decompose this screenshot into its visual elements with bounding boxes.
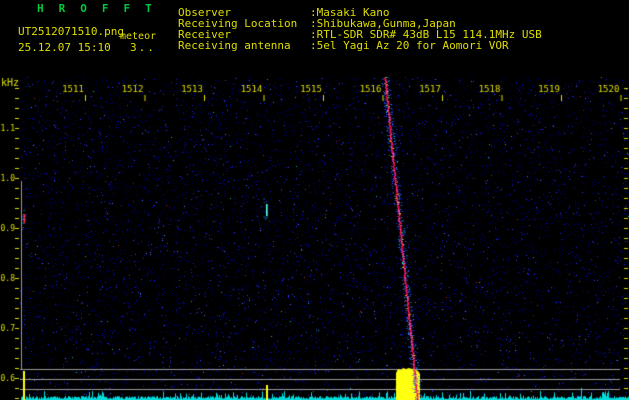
antenna-value: :5el Yagi Az 20 for Aomori VOR — [310, 39, 509, 52]
datetime-label: 25.12.07 15:10 — [18, 41, 111, 54]
info-row-observer: Observer :Masaki Kano — [178, 6, 629, 19]
filename-label: UT2512071510.png — [18, 25, 124, 38]
echo-count: 3.. — [130, 41, 156, 54]
info-row-location: Receiving Location :Shibukawa,Gunma,Japa… — [178, 17, 629, 30]
header: HROFFT UT2512071510.png meteor 25.12.07 … — [0, 0, 629, 75]
hrofft-screen: HROFFT UT2512071510.png meteor 25.12.07 … — [0, 0, 629, 400]
antenna-label: Receiving antenna — [178, 39, 291, 52]
info-row-antenna: Receiving antenna :5el Yagi Az 20 for Ao… — [178, 39, 629, 52]
info-row-receiver: Receiver :RTL-SDR SDR# 43dB L15 114.1MHz… — [178, 28, 629, 41]
app-title: HROFFT — [37, 2, 167, 15]
